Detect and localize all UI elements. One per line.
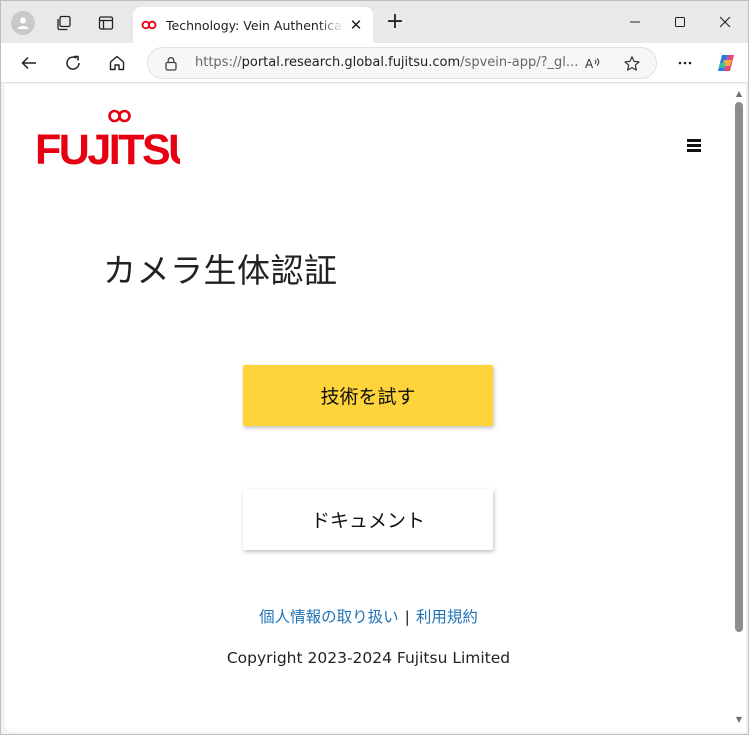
- copilot-icon: [718, 55, 734, 71]
- refresh-icon: [66, 55, 80, 70]
- address-bar[interactable]: https://portal.research.global.fujitsu.c…: [147, 47, 657, 79]
- footer-links: 個人情報の取り扱い | 利用規約: [5, 605, 732, 627]
- workspaces-icon: [57, 15, 71, 31]
- fujitsu-logo-image: FUJITSU: [35, 109, 200, 174]
- home-icon: [109, 55, 125, 71]
- logo-text: FUJITSU: [35, 126, 180, 174]
- tab-active[interactable]: Technology: Vein Authentication App ✕: [133, 7, 373, 43]
- profile-button[interactable]: [10, 10, 36, 36]
- tab-actions-button[interactable]: [93, 10, 119, 36]
- minimize-icon: [630, 21, 640, 23]
- tab-actions-icon: [98, 16, 114, 30]
- privacy-policy-link[interactable]: 個人情報の取り扱い: [259, 608, 399, 626]
- link-separator: |: [404, 608, 410, 626]
- url-host: portal.research.global.fujitsu.com: [241, 55, 461, 70]
- terms-of-use-link[interactable]: 利用規約: [416, 608, 478, 626]
- refresh-button[interactable]: [59, 49, 87, 77]
- workspaces-button[interactable]: [51, 10, 77, 36]
- page-viewport: FUJITSU カメラ生体認証 技術を試す ドキュメント 個人情報の取り扱い | 利…: [5, 84, 732, 732]
- browser-window: Technology: Vein Authentication App ✕ + …: [0, 0, 749, 735]
- more-options-button[interactable]: [671, 49, 699, 77]
- maximize-button[interactable]: [657, 7, 703, 37]
- back-arrow-icon: [21, 56, 36, 70]
- scrollbar-thumb[interactable]: [735, 102, 743, 632]
- scroll-down-arrow-icon[interactable]: ▼: [733, 714, 745, 726]
- maximize-icon: [675, 17, 685, 27]
- url-path: /spvein-app/?_gl...: [460, 55, 579, 70]
- minimize-button[interactable]: [612, 7, 658, 37]
- url-text[interactable]: https://portal.research.global.fujitsu.c…: [195, 55, 578, 70]
- tab-strip: Technology: Vein Authentication App ✕ +: [1, 1, 748, 43]
- navigation-bar: https://portal.research.global.fujitsu.c…: [1, 43, 748, 83]
- tab-close-icon[interactable]: ✕: [347, 16, 365, 34]
- copilot-button[interactable]: [712, 49, 740, 77]
- url-scheme: https://: [195, 55, 242, 70]
- home-button[interactable]: [103, 49, 131, 77]
- read-aloud-icon[interactable]: A: [584, 55, 602, 73]
- close-window-button[interactable]: [702, 7, 748, 37]
- favorite-star-icon[interactable]: [623, 55, 641, 73]
- page-title: カメラ生体認証: [103, 251, 338, 290]
- tab-title: Technology: Vein Authentication App: [166, 17, 344, 33]
- scroll-up-arrow-icon[interactable]: ▲: [733, 88, 745, 100]
- hamburger-menu-icon[interactable]: [687, 137, 709, 159]
- lock-icon[interactable]: [164, 56, 178, 71]
- new-tab-button[interactable]: +: [382, 10, 408, 36]
- more-dots-icon: [678, 61, 692, 65]
- svg-text:A: A: [585, 57, 594, 71]
- documentation-button[interactable]: ドキュメント: [243, 489, 493, 550]
- profile-icon: [11, 11, 35, 35]
- fujitsu-favicon-icon: [141, 20, 157, 30]
- try-technology-button[interactable]: 技術を試す: [243, 365, 493, 426]
- back-button[interactable]: [15, 49, 43, 77]
- copyright-text: Copyright 2023-2024 Fujitsu Limited: [226, 649, 511, 667]
- close-icon: [719, 16, 731, 28]
- fujitsu-logo[interactable]: FUJITSU: [35, 104, 200, 179]
